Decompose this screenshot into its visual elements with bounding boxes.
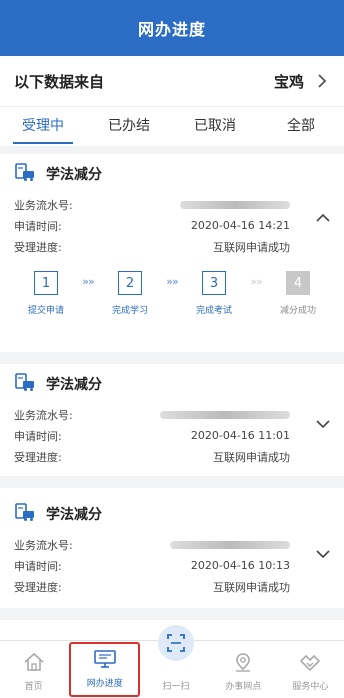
progress-label: 受理进度:	[14, 450, 62, 464]
serial-label: 业务流水号:	[14, 198, 73, 212]
step-label: 完成学习	[111, 306, 148, 316]
double-chevron-icon: »»	[166, 275, 179, 288]
step-number: 2	[118, 271, 142, 295]
step-submit: 1 提交申请	[18, 271, 74, 316]
nav-service-center[interactable]: 服务中心	[277, 641, 344, 698]
time-label: 申请时间:	[14, 429, 62, 443]
step-exam: 3 完成考试	[186, 271, 242, 316]
status-tabs: 受理中 已办结 已取消 全部	[0, 106, 344, 146]
progress-steps: 1 提交申请 »» 2 完成学习 »» 3 完成考试 »» 4 减分成功	[14, 271, 330, 316]
progress-label: 受理进度:	[14, 580, 62, 594]
scan-icon	[158, 625, 194, 661]
step-number: 3	[202, 271, 226, 295]
time-label: 申请时间:	[14, 219, 62, 233]
double-chevron-icon: »»	[82, 275, 95, 288]
application-card[interactable]: 学法减分 业务流水号: 申请时间: 2020-04-16 11:01 受理进度:…	[0, 364, 344, 476]
application-card[interactable]: 学法减分 业务流水号: 申请时间: 2020-04-16 14:21 受理进度:…	[0, 154, 344, 352]
chevron-right-icon	[314, 73, 330, 89]
source-city: 宝鸡	[273, 72, 304, 91]
step-label: 完成考试	[195, 306, 232, 316]
service-icon	[299, 652, 321, 676]
vehicle-doc-icon	[14, 162, 36, 186]
tab-completed[interactable]: 已办结	[86, 107, 172, 146]
progress-value: 互联网申请成功	[213, 240, 290, 254]
time-label: 申请时间:	[14, 559, 62, 573]
vehicle-doc-icon	[14, 372, 36, 396]
app-header: 网办进度	[0, 0, 344, 56]
step-label: 提交申请	[27, 306, 64, 316]
card-title: 学法减分	[46, 507, 102, 523]
tab-all[interactable]: 全部	[258, 107, 344, 146]
tab-cancelled[interactable]: 已取消	[172, 107, 258, 146]
time-value: 2020-04-16 10:13	[190, 559, 290, 572]
bottom-nav: 首页 网办进度 扫一扫 办事网点 服务中心	[0, 625, 344, 698]
chevron-down-icon[interactable]	[316, 414, 332, 430]
progress-value: 互联网申请成功	[213, 580, 290, 594]
tab-in-progress[interactable]: 受理中	[0, 107, 86, 146]
nav-scan[interactable]: 扫一扫	[142, 625, 209, 698]
double-chevron-icon: »»	[250, 275, 263, 288]
source-label: 以下数据来自	[14, 72, 105, 91]
nav-label: 首页	[24, 682, 43, 692]
step-label: 减分成功	[279, 306, 316, 316]
nav-service-points[interactable]: 办事网点	[210, 641, 277, 698]
time-value: 2020-04-16 14:21	[190, 219, 290, 232]
card-title: 学法减分	[46, 167, 102, 183]
chevron-up-icon[interactable]	[316, 208, 332, 224]
step-number: 4	[286, 271, 310, 295]
nav-label: 办事网点	[225, 682, 262, 692]
nav-label: 网办进度	[86, 679, 123, 689]
serial-label: 业务流水号:	[14, 538, 73, 552]
chevron-down-icon[interactable]	[316, 544, 332, 560]
step-number: 1	[34, 271, 58, 295]
card-title: 学法减分	[46, 377, 102, 393]
nav-home[interactable]: 首页	[0, 641, 67, 698]
nav-progress[interactable]: 网办进度	[69, 642, 141, 697]
progress-label: 受理进度:	[14, 240, 62, 254]
serial-label: 业务流水号:	[14, 408, 73, 422]
time-value: 2020-04-16 11:01	[190, 429, 290, 442]
page-title: 网办进度	[137, 20, 206, 39]
home-icon	[23, 652, 45, 676]
application-card[interactable]: 学法减分 业务流水号: 申请时间: 2020-04-16 10:13 受理进度:…	[0, 488, 344, 608]
serial-value	[104, 198, 290, 211]
serial-value	[104, 408, 290, 421]
step-points-reduced: 4 减分成功	[270, 271, 326, 316]
location-icon	[233, 652, 253, 676]
monitor-icon	[93, 649, 117, 673]
data-source-selector[interactable]: 以下数据来自 宝鸡	[0, 56, 344, 106]
serial-value	[104, 538, 290, 551]
vehicle-doc-icon	[14, 502, 36, 526]
step-study: 2 完成学习	[102, 271, 158, 316]
progress-value: 互联网申请成功	[213, 450, 290, 464]
nav-label: 扫一扫	[162, 682, 190, 692]
nav-label: 服务中心	[292, 682, 329, 692]
